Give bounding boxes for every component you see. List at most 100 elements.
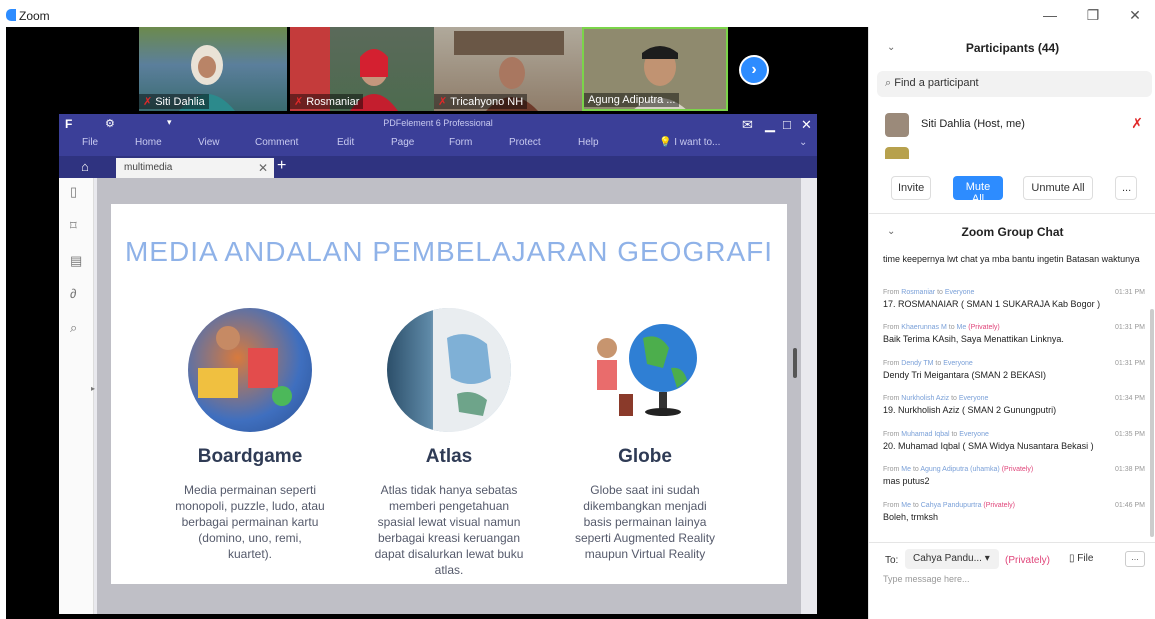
chat-message: time keepernya lwt chat ya mba bantu ing… [883,251,1145,265]
globe-card: Globe Globe saat ini sudah dikembangkan … [570,308,720,562]
home-icon[interactable]: ⌂ [81,159,89,174]
pdf-scrollbar[interactable] [793,348,797,378]
chat-message-text: Baik Terima KAsih, Saya Menattikan Linkn… [883,334,1064,344]
search-icon[interactable]: ⌕ [70,320,77,336]
video-tile-active-speaker[interactable]: Agung Adiputra ... [582,27,728,111]
document-tab[interactable]: multimedia ✕ [116,158,274,178]
pdf-canvas: MEDIA ANDALAN PEMBELAJARAN GEOGRAFI Boar… [97,178,801,614]
participant-name: Siti Dahlia (Host, me) [921,118,1025,130]
chat-message-text: 20. Muhamad Iqbal ( SMA Widya Nusantara … [883,441,1094,451]
atlas-description: Atlas tidak hanya sebatas memberi penget… [374,483,524,577]
chat-message-meta: From Me to Agung Adiputra (uhamka) (Priv… [883,466,1145,473]
muted-mic-icon: ✗ [143,96,153,108]
comment-icon[interactable]: ▤ [70,253,82,269]
close-button[interactable]: ✕ [1125,7,1145,24]
participant-search-input[interactable]: ⌕ Find a participant [877,71,1152,97]
muted-mic-icon: ✗ [438,96,448,108]
chat-scrollbar[interactable] [1150,309,1154,537]
menu-comment[interactable]: Comment [255,137,298,148]
globe-heading: Globe [618,446,672,467]
more-options-button[interactable]: ... [1115,176,1137,200]
boardgame-card: Boardgame Media permainan seperti monopo… [175,308,325,562]
chat-message-meta: From Me to Cahya Pandupurtra (Privately)… [883,502,1145,509]
pdf-app-window: F ⚙ ▾ PDFelement 6 Professional File Hom… [59,114,817,614]
invite-button[interactable]: Invite [891,176,931,200]
menu-home[interactable]: Home [135,137,162,148]
chat-more-button[interactable]: ... [1125,551,1145,567]
minimize-button[interactable]: — [1040,7,1060,23]
participant-row[interactable] [885,147,1149,159]
participants-title: Participants (44) [965,41,1060,55]
chat-message-text: 17. ROSMANAIAR ( SMAN 1 SUKARAJA Kab Bog… [883,299,1101,309]
muted-mic-icon[interactable]: ✗ [1131,115,1143,132]
participant-name-label: ✗ Siti Dahlia [139,94,209,109]
bookmark-icon[interactable]: ⌑ [70,218,77,234]
participant-name-label: ✗ Tricahyono NH [434,94,528,109]
slide-title: MEDIA ANDALAN PEMBELAJARAN GEOGRAFI [124,236,774,267]
globe-description: Globe saat ini sudah dikembangkan menjad… [574,483,716,561]
mail-icon[interactable]: ✉ [742,117,753,133]
mute-all-button[interactable]: Mute All [953,176,1003,205]
menu-edit[interactable]: Edit [337,137,354,148]
atlas-card: Atlas Atlas tidak hanya sebatas memberi … [374,308,524,578]
muted-mic-icon: ✗ [294,96,304,108]
chat-title: Zoom Group Chat [961,225,1064,239]
boardgame-description: Media permainan seperti monopoli, puzzle… [175,483,325,561]
private-indicator: (Privately) [1005,555,1051,566]
video-tile[interactable]: ✗ Tricahyono NH [434,27,582,111]
window-title: Zoom [19,9,50,23]
menu-view[interactable]: View [198,137,220,148]
pdf-close-button[interactable]: ✕ [801,117,812,133]
chat-message: From Me to Cahya Pandupurtra (Privately)… [883,502,1145,523]
boardgame-heading: Boardgame [197,446,303,467]
participant-row[interactable]: Siti Dahlia (Host, me) ✗ [885,111,1149,139]
video-tile[interactable]: ✗ Rosmaniar [290,27,438,111]
chat-message-input[interactable]: Type message here... [883,574,970,584]
chat-message-meta: From Rosmaniar to Everyone 01:31 PM [883,289,1145,296]
search-icon: ⌕ [885,77,892,89]
chat-message: From Dendy TM to Everyone 01:31 PM Dendy … [883,360,1145,381]
video-stage: ✗ Siti Dahlia ✗ Rosmaniar ✗ Tricahyono NH A… [6,27,868,619]
chat-message-meta: From Khaerunnas M to Me (Privately) 01:31… [883,324,1145,331]
attachment-icon[interactable]: ∂ [70,286,76,301]
pdf-left-sidebar: ▯ ⌑ ▤ ∂ ⌕ ▸ [59,178,95,614]
lightbulb-icon: 💡 [659,137,672,148]
video-tile[interactable]: ✗ Siti Dahlia [139,27,287,111]
slide-page: MEDIA ANDALAN PEMBELAJARAN GEOGRAFI Boar… [111,204,787,584]
menu-form[interactable]: Form [449,137,472,148]
chat-message: From Nurkholish Aziz to Everyone 01:34 PM… [883,395,1145,416]
menu-file[interactable]: File [82,137,98,148]
zoom-logo-icon [6,9,16,21]
menu-page[interactable]: Page [391,137,414,148]
chat-message-text: time keepernya lwt chat ya mba bantu ing… [883,254,1140,264]
boardgame-image [188,308,312,432]
pdf-app-title: PDFelement 6 Professional [383,118,493,128]
chat-message: From Me to Agung Adiputra (uhamka) (Priv… [883,466,1145,487]
to-label: To: [885,555,899,566]
close-tab-icon[interactable]: ✕ [258,161,268,175]
chevron-down-icon: ▾ [984,553,990,564]
next-page-button[interactable]: › [739,55,769,85]
menu-help[interactable]: Help [578,137,599,148]
file-icon: ▯ [1069,553,1075,564]
chat-message: From Khaerunnas M to Me (Privately) 01:31… [883,324,1145,345]
pdf-maximize-button[interactable]: □ [783,117,791,132]
atlas-heading: Atlas [425,446,473,467]
thumbnail-icon[interactable]: ▯ [70,184,77,200]
recipient-select[interactable]: Cahya Pandu... ▾ [905,549,999,569]
restore-button[interactable]: ❐ [1083,7,1103,24]
right-panel: ⌄ Participants (44) ⌕ Find a participant… [868,27,1155,619]
pdf-tab-bar: ⌂ multimedia ✕ + [59,156,817,178]
ribbon-collapse-icon[interactable]: ⌄ [799,137,807,148]
unmute-all-button[interactable]: Unmute All [1023,176,1093,200]
pdf-minimize-button[interactable]: ▁ [765,117,775,133]
menu-protect[interactable]: Protect [509,137,541,148]
pdf-toolbar: F ⚙ ▾ PDFelement 6 Professional File Hom… [59,114,817,156]
tell-me-search[interactable]: 💡 I want to... [659,137,720,148]
file-button[interactable]: ▯ File [1069,553,1093,564]
sidebar-expand-icon[interactable]: ▸ [91,384,95,393]
document-tab-label: multimedia [124,162,173,173]
new-tab-button[interactable]: + [277,157,286,175]
chat-message-text: 19. Nurkholish Aziz ( SMAN 2 Gunungputri… [883,405,1057,415]
chat-message-text: mas putus2 [883,476,930,486]
